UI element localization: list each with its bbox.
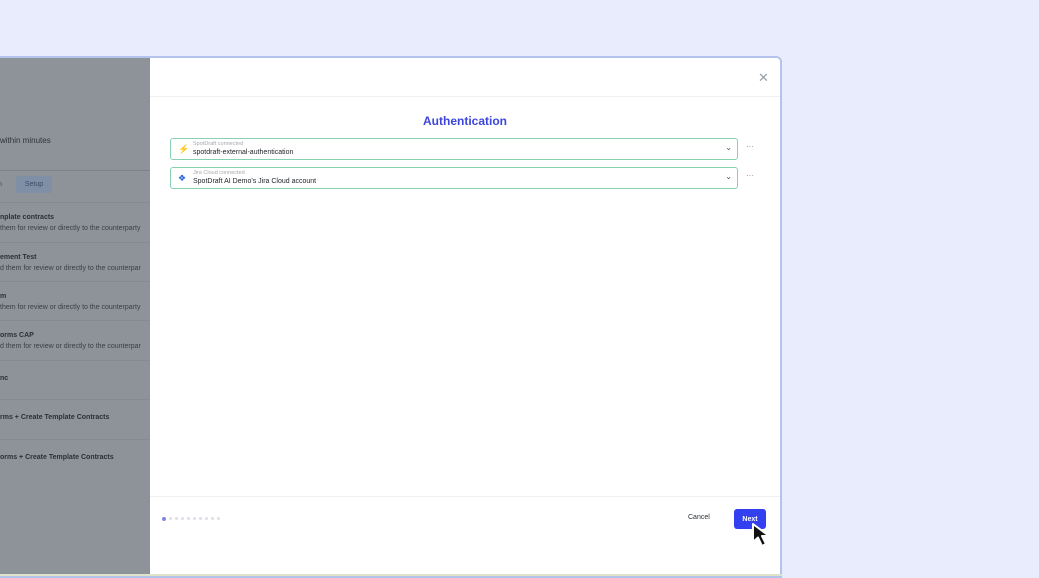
jira-icon: ❖ <box>178 173 187 183</box>
item-title: orms + Create Template Contracts <box>0 454 114 461</box>
jira-connection-dropdown[interactable]: ❖ Jira Cloud connected SpotDraft AI Demo… <box>170 167 738 189</box>
cancel-button[interactable]: Cancel <box>688 514 710 521</box>
connection-value: SpotDraft AI Demo's Jira Cloud account <box>193 178 317 185</box>
more-options-button[interactable]: ··· <box>746 171 754 180</box>
item-description: them for review or directly to the count… <box>0 225 141 232</box>
connection-value: spotdraft-external-authentication <box>193 149 294 156</box>
template-list-item[interactable]: ement Test d them for review or directly … <box>0 242 150 281</box>
more-options-button[interactable]: ··· <box>746 142 754 151</box>
background-panel-overlay: within minutes n Setup nplate contracts t… <box>0 58 150 576</box>
connection-label: SpotDraft connected <box>193 141 244 147</box>
item-title: m <box>0 293 7 300</box>
step-dot <box>217 517 220 520</box>
template-list-item[interactable]: orms CAP d them for review or directly to… <box>0 320 150 359</box>
step-dot <box>162 516 166 521</box>
step-dot <box>211 517 214 520</box>
chevron-down-icon: ⌄ <box>725 143 732 152</box>
modal-title: Authentication <box>423 114 507 128</box>
template-list-item[interactable]: m them for review or directly to the coun… <box>0 281 150 320</box>
step-dot <box>205 517 208 520</box>
item-description: d them for review or directly to the cou… <box>0 343 141 350</box>
chevron-down-icon: ⌄ <box>725 172 732 181</box>
step-indicator <box>162 516 220 521</box>
item-title: orms CAP <box>0 332 34 339</box>
item-title: nplate contracts <box>0 214 55 221</box>
step-dot <box>175 517 178 520</box>
template-list-item[interactable]: orms + Create Template Contracts <box>0 439 150 478</box>
tab-partial: n <box>0 181 2 188</box>
step-dot <box>187 517 190 520</box>
step-dot <box>169 517 172 520</box>
template-list-item[interactable]: nplate contracts them for review or direc… <box>0 202 150 241</box>
spotdraft-icon: ⚡ <box>178 144 190 154</box>
template-list-item[interactable]: rms + Create Template Contracts <box>0 399 150 438</box>
mouse-cursor-icon <box>752 523 770 547</box>
modal-header: ✕ <box>150 58 780 97</box>
authentication-modal: ✕ Authentication ⚡ SpotDraft connected s… <box>150 58 780 576</box>
connection-label: Jira Cloud connected <box>193 170 245 176</box>
close-icon[interactable]: ✕ <box>758 70 769 86</box>
item-title: nc <box>0 375 9 382</box>
tab-setup[interactable]: Setup <box>16 176 52 193</box>
item-description: d them for review or directly to the cou… <box>0 265 141 272</box>
spotdraft-connection-dropdown[interactable]: ⚡ SpotDraft connected spotdraft-external… <box>170 138 738 160</box>
item-title: rms + Create Template Contracts <box>0 414 110 421</box>
template-list-item[interactable]: nc <box>0 360 150 399</box>
item-title: ement Test <box>0 254 37 261</box>
step-dot <box>181 517 184 520</box>
app-window: within minutes n Setup nplate contracts t… <box>0 56 782 578</box>
item-description: them for review or directly to the count… <box>0 304 141 311</box>
panel-subtitle: within minutes <box>0 136 51 145</box>
divider <box>0 170 150 171</box>
step-dot <box>193 517 196 520</box>
modal-footer: Cancel Next <box>150 496 780 576</box>
step-dot <box>199 517 202 520</box>
